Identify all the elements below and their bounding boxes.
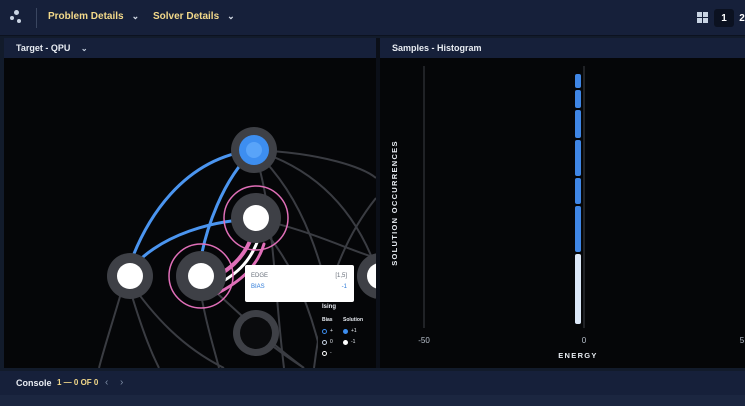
qpu-node-selected[interactable] [168,243,234,309]
bias-zero-icon [322,339,327,345]
y-axis-label: SOLUTION OCCURRENCES [390,140,399,266]
qpu-node[interactable] [107,253,153,299]
console-bar: Console 1 — 0 OF 0 ‹ › [0,371,745,395]
legend-bias-plus-label: + [330,328,333,334]
qpu-node[interactable] [357,253,376,299]
x-tick-label: 0 [582,336,587,345]
tooltip-bias-label: BIAS [251,284,265,290]
legend-solution-header: Solution [343,317,363,323]
problem-details-label: Problem Details [48,11,124,22]
console-label[interactable]: Console [16,378,52,388]
legend-bias-minus-label: - [330,350,332,356]
solver-details-menu[interactable]: Solver Details ⌄ [153,11,235,22]
target-qpu-title: Target - QPU [16,43,71,53]
chevron-down-icon: ⌄ [131,11,140,21]
legend-bias-zero: 0 [322,339,333,345]
x-axis-label: ENERGY [558,351,597,360]
histogram-chart[interactable]: SOLUTION OCCURRENCES -50 0 5 ENERGY [380,38,745,368]
page-button-current[interactable]: 1 [714,9,734,27]
target-qpu-panel: Target - QPU ⌄ EDGE [1,5] BIAS -1 Ising … [4,38,376,368]
top-bar: Problem Details ⌄ Solver Details ⌄ 1 2 [0,0,745,36]
x-tick-label: 5 [740,336,745,345]
bias-plus-icon [322,328,327,334]
page-button-next[interactable]: 2 [737,9,745,27]
ising-legend: Ising Bias Solution + 0 - +1 -1 [318,302,376,368]
chevron-left-icon[interactable]: ‹ [105,377,108,388]
console-count: 1 — 0 OF 0 [57,378,99,387]
tooltip-edge-value: [1,5] [335,273,347,279]
legend-title: Ising [322,304,337,310]
legend-bias-header: Bias [322,317,333,323]
header-divider [36,8,37,28]
solution-minus-icon [343,339,348,345]
target-qpu-header[interactable]: Target - QPU ⌄ [4,38,376,58]
legend-solution-plus-label: +1 [351,328,357,334]
legend-bias-plus: + [322,328,333,334]
qpu-node[interactable] [231,127,277,173]
chevron-down-icon: ⌄ [80,44,88,53]
solver-details-label: Solver Details [153,11,220,22]
app-logo-icon[interactable] [10,10,24,26]
console-body [0,395,745,406]
x-tick-label: -50 [418,336,430,345]
legend-solution-plus: +1 [343,328,357,334]
tooltip-bias-value: -1 [341,284,347,290]
chevron-right-icon[interactable]: › [120,377,123,388]
qpu-node-selected[interactable] [223,185,289,251]
samples-histogram-panel: Samples - Histogram SOLUTION OCCURRENCES… [380,38,745,368]
solution-plus-icon [343,328,348,334]
bias-minus-icon [322,350,327,356]
edge-tooltip: EDGE [1,5] BIAS -1 [245,265,354,302]
problem-details-menu[interactable]: Problem Details ⌄ [48,11,139,22]
grid-layout-icon[interactable] [697,12,708,23]
histogram-bar[interactable] [575,74,581,324]
legend-bias-zero-label: 0 [330,339,333,345]
tooltip-edge-label: EDGE [251,273,269,279]
qpu-node[interactable] [233,310,279,356]
legend-solution-minus: -1 [343,339,355,345]
chevron-down-icon: ⌄ [227,11,235,21]
legend-solution-minus-label: -1 [351,339,356,345]
legend-bias-minus: - [322,350,332,356]
